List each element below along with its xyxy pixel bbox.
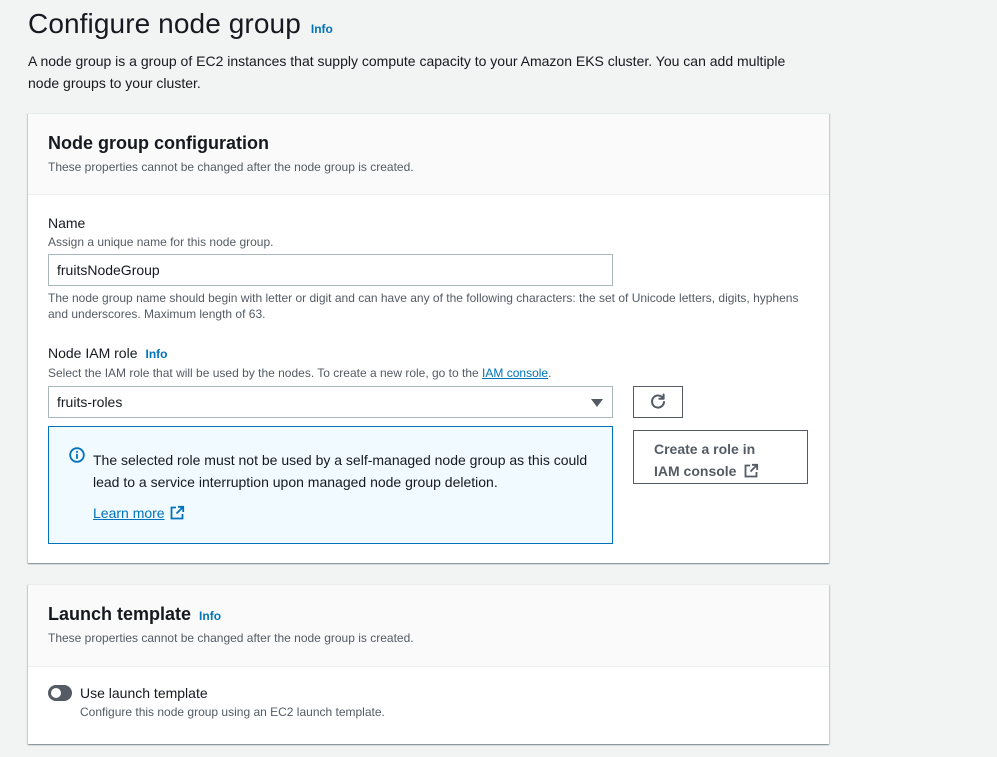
role-description-text: Select the IAM role that will be used by… [48, 366, 483, 380]
toggle-description: Configure this node group using an EC2 l… [80, 705, 385, 719]
panel-subtitle: These properties cannot be changed after… [48, 160, 414, 174]
panel-subtitle: These properties cannot be changed after… [48, 631, 414, 645]
page-header: Configure node group Info A node group i… [28, 8, 828, 94]
info-circle-icon [69, 447, 85, 463]
role-description: Select the IAM role that will be used by… [48, 366, 551, 380]
external-link-icon [745, 463, 759, 478]
node-group-name-input[interactable] [48, 254, 613, 286]
name-description: Assign a unique name for this node group… [48, 235, 274, 249]
role-info-link[interactable]: Info [145, 347, 167, 361]
role-warning-alert: The selected role must not be used by a … [48, 426, 613, 544]
panel-header: Launch template Info These properties ca… [28, 585, 829, 667]
page-title-row: Configure node group Info [28, 8, 828, 40]
toggle-knob [51, 688, 61, 698]
page-info-link[interactable]: Info [311, 22, 333, 36]
node-group-configuration-panel: Node group configuration These propertie… [28, 113, 829, 563]
launch-template-panel: Launch template Info These properties ca… [28, 584, 829, 744]
name-constraint-text: The node group name should begin with le… [48, 291, 799, 321]
toggle-label: Use launch template [80, 685, 208, 701]
create-role-line2-row: IAM console [654, 460, 787, 482]
iam-console-link[interactable]: IAM console [482, 366, 548, 380]
selected-role: fruits-roles [57, 394, 123, 410]
panel-header: Node group configuration These propertie… [28, 114, 829, 195]
learn-more-link[interactable]: Learn more [93, 505, 185, 521]
page-description: A node group is a group of EC2 instances… [28, 53, 786, 91]
create-role-line1: Create a role in [654, 441, 756, 457]
panel-title: Launch template [48, 604, 192, 624]
learn-more-label: Learn more [93, 505, 165, 521]
launch-info-link[interactable]: Info [199, 609, 221, 623]
role-label: Node IAM role [48, 345, 138, 361]
create-role-line2: IAM console [654, 463, 737, 479]
caret-down-icon [591, 399, 603, 407]
panel-title: Node group configuration [48, 133, 269, 153]
name-label: Name [48, 215, 86, 231]
role-description-end: . [548, 366, 552, 380]
refresh-button[interactable] [633, 386, 683, 418]
role-label-row: Node IAM role Info [48, 345, 167, 361]
alert-message: The selected role must not be used by a … [93, 452, 588, 490]
node-iam-role-select[interactable]: fruits-roles [48, 386, 613, 418]
external-link-icon [170, 505, 184, 520]
refresh-icon [651, 393, 665, 409]
create-role-button[interactable]: Create a role in IAM console [633, 430, 808, 484]
page-title: Configure node group [28, 8, 301, 39]
use-launch-template-toggle[interactable] [48, 685, 72, 701]
